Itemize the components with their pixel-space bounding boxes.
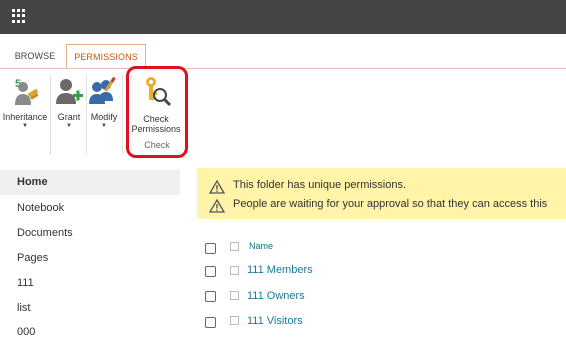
warning-icon [209, 199, 225, 213]
ribbon-tabs: BROWSE PERMISSIONS [0, 44, 566, 68]
group-link-visitors[interactable]: 111 Visitors [247, 315, 303, 327]
suite-bar [0, 0, 566, 34]
banner-row: This folder has unique permissions. [197, 177, 566, 197]
type-icon [230, 242, 239, 251]
divider [50, 75, 51, 155]
nav-item-pages[interactable]: Pages [0, 246, 180, 271]
group-link-owners[interactable]: 111 Owners [247, 290, 305, 302]
banner-row: People are waiting for your approval so … [197, 196, 566, 216]
nav-item-000[interactable]: 000 [0, 320, 180, 345]
column-header-name[interactable]: Name [249, 241, 273, 251]
tab-permissions[interactable]: PERMISSIONS [66, 44, 146, 68]
row-checkbox[interactable] [205, 291, 216, 302]
banner-message-approval: People are waiting for your approval so … [233, 198, 548, 210]
tab-browse[interactable]: BROWSE [7, 44, 63, 68]
grant-button[interactable]: Grant ▼ [52, 75, 86, 129]
status-banner: This folder has unique permissions. Peop… [197, 168, 566, 219]
highlight-annotation [126, 66, 188, 158]
banner-message-unique: This folder has unique permissions. [233, 179, 407, 191]
group-link-members[interactable]: 111 Members [247, 264, 313, 276]
modify-label: Modify [90, 112, 118, 122]
inheritance-button[interactable]: 5 Inheritance ▼ [0, 75, 50, 129]
chevron-down-icon: ▼ [22, 123, 28, 129]
inheritance-icon: 5 [15, 78, 39, 105]
app-launcher-icon[interactable] [12, 9, 26, 23]
row-checkbox[interactable] [205, 317, 216, 328]
nav-item-notebook[interactable]: Notebook [0, 196, 180, 221]
select-all-checkbox[interactable] [205, 243, 216, 254]
group-icon [230, 266, 239, 275]
inheritance-label: Inheritance [2, 112, 48, 122]
chevron-down-icon: ▼ [101, 123, 107, 129]
nav-item-home[interactable]: Home [0, 170, 180, 195]
row-checkbox[interactable] [205, 266, 216, 277]
group-icon [230, 316, 239, 325]
nav-item-documents[interactable]: Documents [0, 221, 180, 246]
group-icon [230, 291, 239, 300]
ribbon: 5 Inheritance ▼ Grant ▼ Modify ▼ Check P… [0, 68, 566, 165]
nav-item-list[interactable]: list [0, 296, 180, 321]
modify-icon [89, 76, 116, 104]
grant-icon [56, 79, 83, 104]
warning-icon [209, 180, 225, 194]
grant-label: Grant [57, 112, 81, 122]
modify-button[interactable]: Modify ▼ [86, 75, 122, 129]
nav-item-111[interactable]: 111 [0, 271, 180, 296]
divider [122, 75, 123, 155]
chevron-down-icon: ▼ [66, 123, 72, 129]
